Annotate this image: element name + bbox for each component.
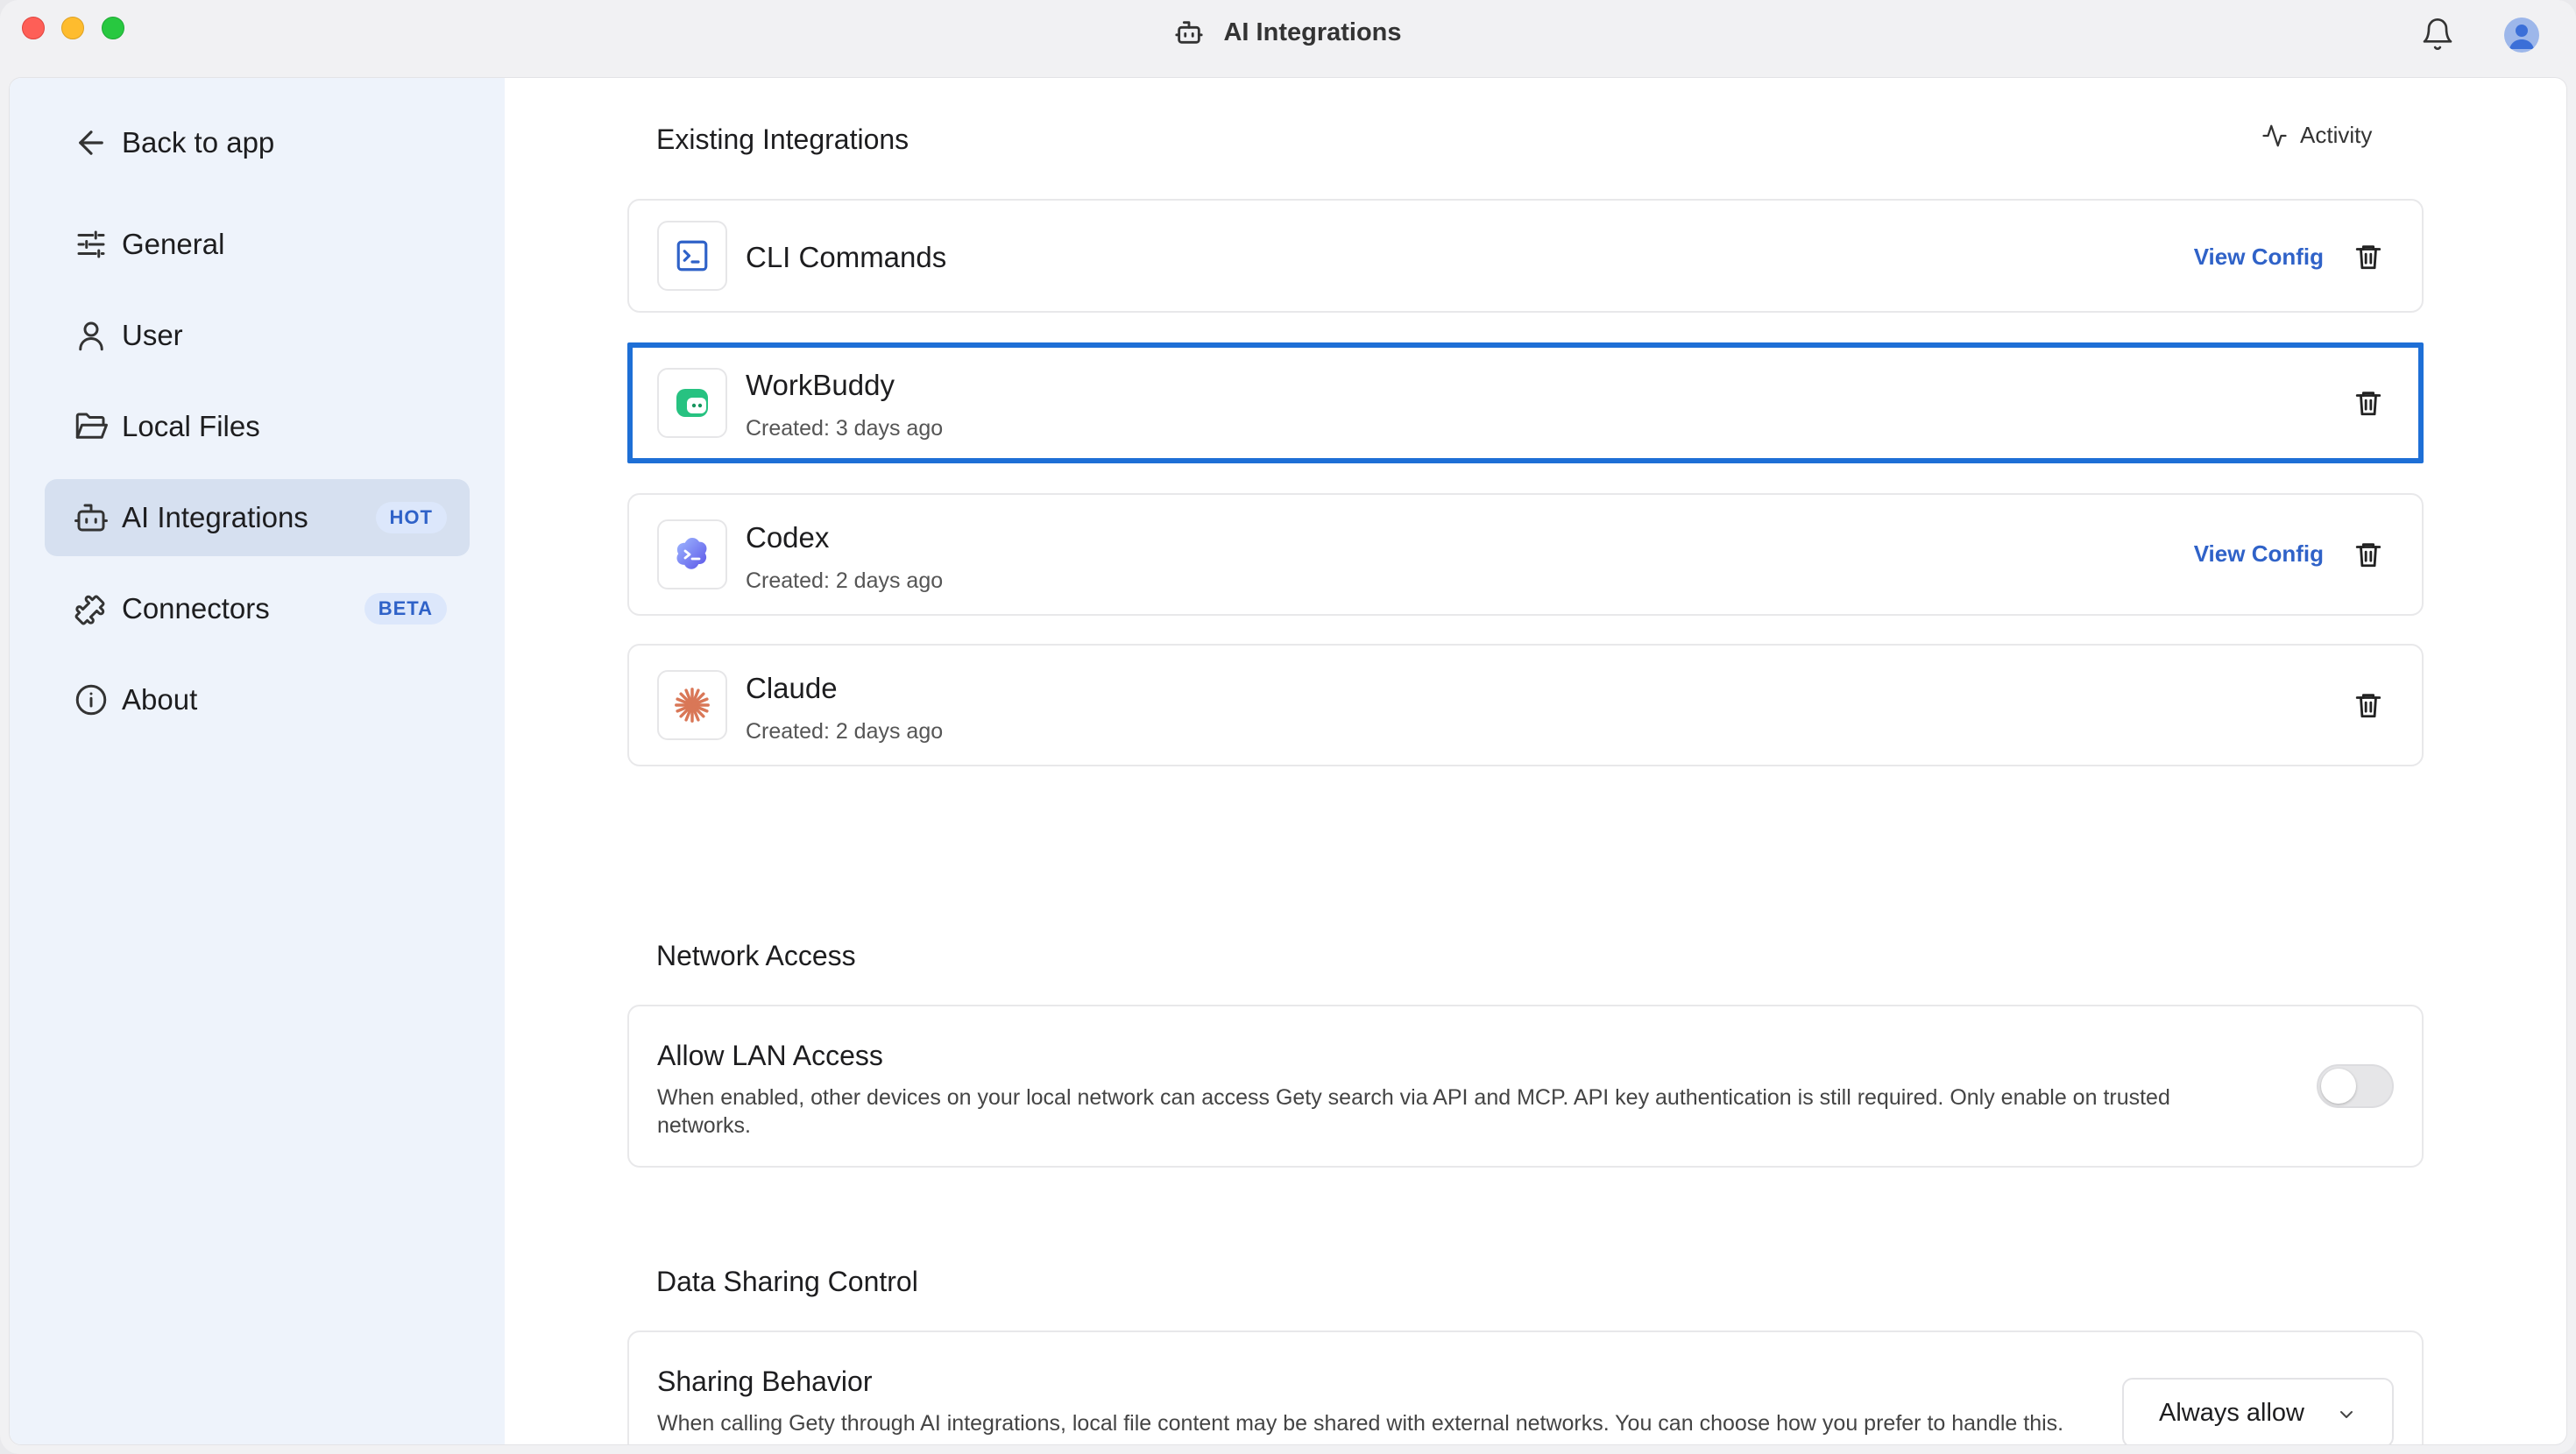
network-access-title: Network Access (656, 940, 856, 971)
bell-icon[interactable] (2420, 16, 2455, 53)
workbuddy-icon (676, 389, 708, 417)
sidebar: Back to app General User Local Files AI … (10, 78, 505, 1444)
sharing-behavior-card: Sharing Behavior When calling Gety throu… (627, 1330, 2424, 1444)
sharing-behavior-selected: Always allow (2159, 1398, 2304, 1427)
sidebar-item-label: General (122, 228, 225, 260)
lan-access-card: Allow LAN Access When enabled, other dev… (627, 1005, 2424, 1168)
beta-badge: BETA (364, 593, 447, 625)
chevron-down-icon (2340, 1411, 2353, 1418)
existing-integrations-title: Existing Integrations (656, 124, 909, 155)
arrow-left-icon (79, 131, 103, 155)
integration-name: WorkBuddy (746, 369, 895, 401)
integration-card-claude[interactable]: Claude Created: 2 days ago (627, 644, 2424, 766)
robot-icon (74, 504, 108, 532)
lan-access-description: When enabled, other devices on your loca… (657, 1085, 2170, 1138)
settings-content: Back to app General User Local Files AI … (9, 77, 2567, 1445)
codex-icon (676, 538, 707, 569)
lan-access-toggle[interactable] (2317, 1064, 2394, 1108)
back-to-app-button[interactable]: Back to app (45, 104, 470, 181)
avatar[interactable] (2504, 18, 2539, 53)
sidebar-item-user[interactable]: User (45, 297, 470, 374)
terminal-icon (676, 240, 708, 272)
sidebar-item-ai-integrations[interactable]: AI Integrations HOT (45, 479, 470, 556)
data-sharing-title: Data Sharing Control (656, 1266, 918, 1297)
sharing-behavior-select[interactable]: Always allow (2122, 1378, 2394, 1444)
codex-logo (657, 519, 727, 589)
main-panel: Existing Integrations Activity CLI Comma… (505, 78, 2566, 1444)
integration-name: Codex (746, 521, 830, 554)
app-window: AI Integrations Back to app General User (0, 0, 2576, 1454)
trash-icon[interactable] (2353, 539, 2383, 570)
user-avatar-icon (2504, 18, 2539, 53)
sidebar-item-about[interactable]: About (45, 661, 470, 738)
activity-icon (2262, 124, 2287, 146)
sidebar-item-label: About (122, 683, 198, 716)
sidebar-item-label: Connectors (122, 592, 270, 625)
robot-icon (1175, 21, 1204, 44)
sidebar-item-general[interactable]: General (45, 206, 470, 283)
cli-logo (657, 221, 727, 291)
window-title: AI Integrations (0, 18, 2576, 54)
workbuddy-logo (657, 368, 727, 438)
title-bar: AI Integrations (0, 0, 2576, 74)
integration-name: Claude (746, 672, 838, 704)
sliders-icon (77, 230, 105, 258)
trash-icon[interactable] (2353, 689, 2383, 721)
trash-icon[interactable] (2353, 387, 2383, 419)
user-icon (79, 321, 103, 351)
claude-logo (657, 670, 727, 740)
sharing-behavior-title: Sharing Behavior (657, 1366, 873, 1397)
sidebar-item-local-files[interactable]: Local Files (45, 388, 470, 465)
integration-created: Created: 2 days ago (746, 719, 944, 744)
view-config-button[interactable]: View Config (2194, 244, 2324, 271)
activity-label: Activity (2300, 122, 2373, 148)
sharing-behavior-description: When calling Gety through AI integration… (657, 1411, 2064, 1436)
sidebar-item-label: AI Integrations (122, 501, 308, 533)
info-icon (75, 684, 107, 716)
integration-card-workbuddy[interactable]: WorkBuddy Created: 3 days ago (627, 342, 2424, 463)
sidebar-item-connectors[interactable]: Connectors BETA (45, 570, 470, 647)
sidebar-item-label: User (122, 319, 183, 351)
back-to-app-label: Back to app (122, 126, 275, 159)
integration-card-codex[interactable]: Codex Created: 2 days ago View Config (627, 493, 2424, 616)
sidebar-item-label: Local Files (122, 410, 260, 442)
lan-access-title: Allow LAN Access (657, 1040, 883, 1071)
toggle-knob (2321, 1069, 2356, 1104)
puzzle-icon (74, 595, 105, 625)
view-config-button[interactable]: View Config (2194, 540, 2324, 568)
integration-card-cli[interactable]: CLI Commands View Config (627, 199, 2424, 313)
integration-name: CLI Commands (746, 241, 947, 273)
folder-open-icon (75, 413, 108, 439)
integration-created: Created: 3 days ago (746, 416, 944, 441)
hot-badge: HOT (375, 502, 447, 533)
window-title-text: AI Integrations (1223, 18, 1402, 46)
claude-spark-icon (675, 688, 710, 723)
trash-icon[interactable] (2353, 241, 2383, 272)
integration-created: Created: 2 days ago (746, 568, 944, 593)
activity-button[interactable]: Activity (2261, 122, 2372, 149)
